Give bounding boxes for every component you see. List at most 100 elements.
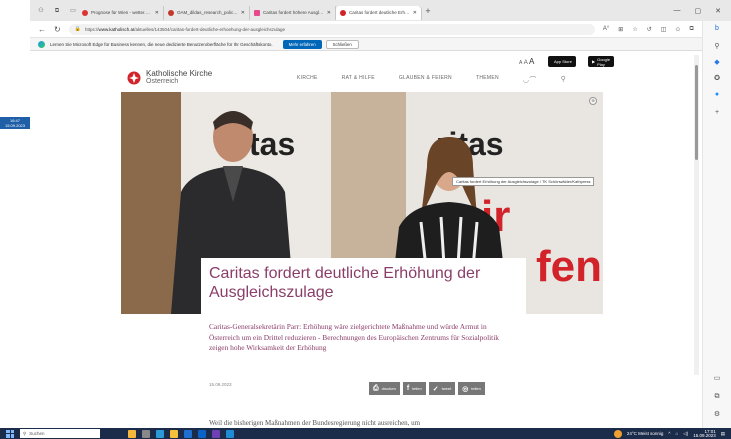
new-tab-button[interactable]: + bbox=[422, 6, 434, 16]
explorer-icon[interactable] bbox=[170, 429, 178, 438]
sidebar-games-icon[interactable]: ✪ bbox=[711, 73, 723, 85]
nav-item-kirche[interactable]: KIRCHE bbox=[297, 75, 318, 85]
split-screen-icon[interactable]: ◫ bbox=[661, 26, 667, 33]
store-icon[interactable] bbox=[184, 429, 192, 438]
network-icon[interactable]: ⌂ bbox=[676, 431, 679, 436]
share-bar: ⎙ drucken f teilen ✓ tweet ◎ teilen bbox=[369, 382, 485, 395]
close-tab-icon[interactable]: ✕ bbox=[241, 10, 245, 16]
word-icon[interactable] bbox=[226, 429, 234, 438]
learn-more-button[interactable]: Mehr erfahren bbox=[282, 39, 322, 49]
close-window-icon[interactable]: ✕ bbox=[715, 7, 721, 15]
nav-item-themen[interactable]: THEMEN bbox=[476, 75, 499, 85]
logo-line-1: Katholische Kirche bbox=[146, 69, 213, 78]
close-tab-icon[interactable]: ✕ bbox=[155, 10, 159, 16]
article-date: 15.09.2023 bbox=[209, 382, 232, 387]
site-header: Katholische Kirche Österreich KIRCHE RAT… bbox=[120, 56, 614, 93]
text-size-small[interactable]: A bbox=[519, 60, 522, 66]
read-aloud-icon[interactable]: A° bbox=[603, 26, 609, 33]
tray-chevron-icon[interactable]: ^ bbox=[668, 431, 670, 436]
page-viewport[interactable]: Katholische Kirche Österreich KIRCHE RAT… bbox=[30, 51, 702, 428]
start-icon[interactable] bbox=[6, 429, 14, 438]
facebook-label: teilen bbox=[412, 386, 422, 391]
facebook-share-button[interactable]: f teilen bbox=[402, 382, 426, 395]
app-store-badge[interactable]: App Store bbox=[548, 56, 576, 67]
system-tray: 24°C Meist sonnig ^ ⌂ ◁) 17:01 15.09.202… bbox=[613, 429, 731, 438]
sidebar-external-icon[interactable]: ⧉ bbox=[711, 391, 723, 403]
windows-taskbar: ⚲ Suchen 24°C Meist sonnig ^ ⌂ ◁) 17:01 … bbox=[0, 428, 731, 439]
text-size-medium[interactable]: A bbox=[524, 60, 528, 66]
google-play-label: Google Play bbox=[597, 56, 610, 67]
weather-text[interactable]: 24°C Meist sonnig bbox=[627, 431, 664, 436]
favorite-star-icon[interactable]: ☆ bbox=[632, 26, 637, 33]
whatsapp-icon: ◎ bbox=[462, 385, 469, 393]
google-play-badge[interactable]: ▶ Google Play bbox=[588, 56, 614, 67]
text-size-controls: A A A bbox=[519, 57, 534, 66]
nav-item-rat-hilfe[interactable]: RAT & HILFE bbox=[342, 75, 375, 85]
text-size-large[interactable]: A bbox=[529, 57, 534, 66]
print-button[interactable]: ⎙ drucken bbox=[369, 382, 400, 395]
scrollbar-thumb[interactable] bbox=[695, 65, 698, 160]
workspaces-icon[interactable]: ⧉ bbox=[52, 6, 62, 16]
sidebar-settings-icon[interactable]: ⚙ bbox=[711, 409, 723, 421]
kirche-logo-icon[interactable] bbox=[127, 71, 141, 85]
weather-icon bbox=[613, 429, 622, 438]
site-logo-text[interactable]: Katholische Kirche Österreich bbox=[146, 70, 212, 86]
dismiss-button[interactable]: Schließen bbox=[325, 39, 359, 49]
profile-icon[interactable]: ⚇ bbox=[36, 6, 46, 16]
close-tab-icon[interactable]: ✕ bbox=[413, 10, 417, 16]
tab-oam-policy[interactable]: OAM_dildas_research_policy-mini ✕ bbox=[164, 5, 250, 20]
task-view-icon[interactable] bbox=[142, 429, 150, 438]
notifications-icon[interactable]: ▤ bbox=[721, 431, 725, 437]
whatsapp-label: teilen bbox=[471, 386, 481, 391]
site-search-icon[interactable]: ⚲ bbox=[561, 75, 566, 85]
taskbar-clock[interactable]: 17:01 15.09.2023 bbox=[693, 429, 716, 438]
app-available-icon[interactable]: ⊞ bbox=[618, 26, 623, 33]
article-lead: Caritas-Generalsekretärin Parr: Erhöhung… bbox=[209, 322, 499, 352]
twitter-label: tweet bbox=[441, 386, 452, 391]
edge-taskbar-icon[interactable] bbox=[156, 429, 164, 438]
sidebar-search-icon[interactable]: ⚲ bbox=[711, 41, 723, 53]
tab-bar: ⚇ ⧉ ▭ Prognose für Wien - wetter.ORF.at … bbox=[30, 0, 731, 21]
sidebar-screen-icon[interactable]: ▭ bbox=[711, 373, 723, 385]
twitter-icon: ✓ bbox=[432, 385, 439, 393]
close-tab-icon[interactable]: ✕ bbox=[327, 10, 331, 16]
url-field[interactable]: 🔒 https://www.katholisch.at/aktuelles/14… bbox=[68, 23, 595, 35]
zoom-icon[interactable]: ⊕ bbox=[589, 97, 597, 105]
url-prefix: https:// bbox=[84, 26, 99, 32]
tab-title: Caritas fordert deutliche Erhöhung bbox=[349, 10, 410, 15]
refresh-tab-icon[interactable]: ↺ bbox=[647, 26, 652, 33]
play-icon: ▶ bbox=[592, 59, 596, 64]
katholisch-favicon-icon bbox=[340, 9, 346, 16]
page-scrollbar[interactable] bbox=[694, 55, 699, 375]
url-path: /aktuelles/143504/caritas-fordert-deutli… bbox=[134, 26, 286, 32]
back-icon[interactable]: ← bbox=[38, 25, 46, 34]
article-header: Caritas fordert deutliche Erhöhung der A… bbox=[201, 258, 526, 428]
twitter-share-button[interactable]: ✓ tweet bbox=[428, 382, 456, 395]
tab-orf-weather[interactable]: Prognose für Wien - wetter.ORF.at ✕ bbox=[78, 5, 164, 20]
sidebar-tools-icon[interactable]: ◆ bbox=[711, 57, 723, 69]
desktop-left-strip: 16:47 15.09.2023 bbox=[0, 0, 30, 428]
tab-actions-icon[interactable]: ▭ bbox=[68, 6, 78, 16]
minimize-icon[interactable]: — bbox=[674, 7, 681, 15]
taskbar-search[interactable]: ⚲ Suchen bbox=[20, 429, 100, 438]
extensions-icon[interactable]: ⧉ bbox=[689, 26, 693, 33]
edge-business-notice: Lernen Sie Microsoft Edge für Business k… bbox=[30, 38, 720, 51]
maximize-icon[interactable]: ▢ bbox=[695, 7, 702, 15]
whatsapp-share-button[interactable]: ◎ teilen bbox=[458, 382, 485, 395]
sidebar-add-icon[interactable]: + bbox=[711, 107, 723, 119]
bing-copilot-icon[interactable]: b bbox=[711, 23, 723, 35]
volume-icon[interactable]: ◁) bbox=[683, 431, 688, 437]
refresh-icon[interactable]: ↻ bbox=[54, 25, 61, 34]
tab-caritas-active[interactable]: Caritas fordert deutliche Erhöhung ✕ bbox=[336, 5, 422, 20]
nav-item-glauben-feiern[interactable]: GLAUBEN & FEIERN bbox=[399, 75, 452, 85]
tab-caritas-1[interactable]: Caritas fordert höhere Ausgleichszulage … bbox=[250, 5, 336, 20]
print-label: drucken bbox=[381, 386, 396, 391]
tab-title: Caritas fordert höhere Ausgleichszulage bbox=[263, 10, 324, 15]
widgets-icon[interactable] bbox=[128, 429, 136, 438]
sidebar-outlook-icon[interactable]: ● bbox=[711, 89, 723, 101]
logo-line-2: Österreich bbox=[146, 78, 179, 85]
favorites-icon[interactable]: ✩ bbox=[675, 26, 680, 33]
outlook-taskbar-icon[interactable] bbox=[198, 429, 206, 438]
bookmark-icon[interactable]: ◡⌒ bbox=[523, 75, 537, 85]
teams-icon[interactable] bbox=[212, 429, 220, 438]
